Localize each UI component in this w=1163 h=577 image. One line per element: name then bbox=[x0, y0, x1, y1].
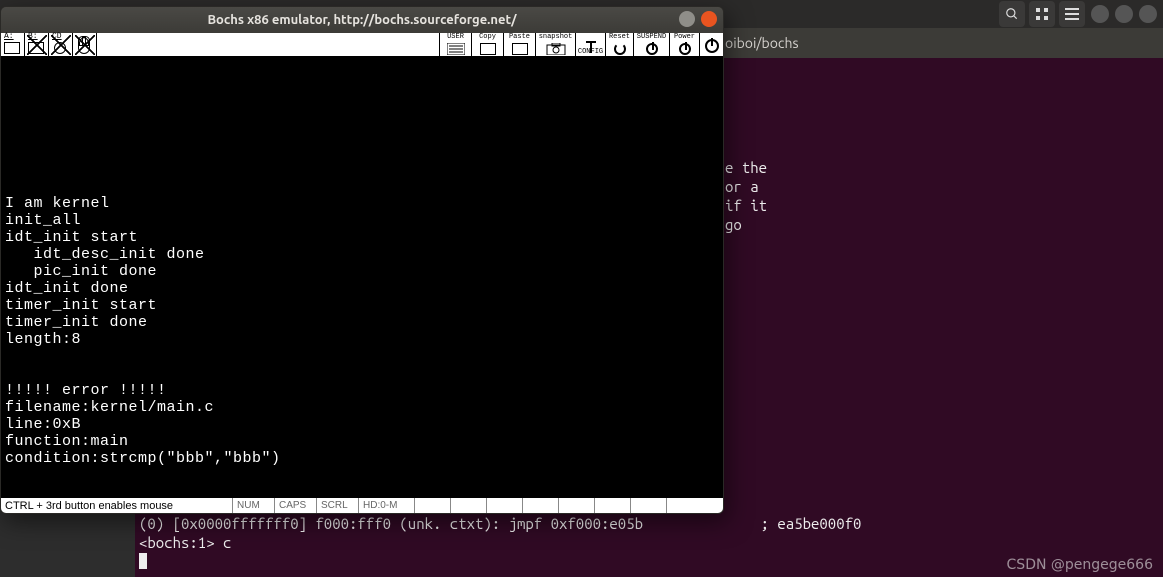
floppy-a-label: A: bbox=[4, 32, 14, 41]
suspend-icon bbox=[634, 41, 669, 56]
watermark: CSDN @pengege666 bbox=[1007, 557, 1153, 573]
menu-icon[interactable] bbox=[1059, 1, 1085, 27]
window-control-close-icon[interactable] bbox=[1139, 5, 1157, 23]
minimize-icon[interactable] bbox=[679, 11, 695, 27]
grid-icon[interactable] bbox=[1029, 1, 1055, 27]
status-blank bbox=[631, 498, 667, 513]
status-blank bbox=[667, 498, 723, 513]
terminal-cursor-icon bbox=[139, 553, 147, 569]
floppy-b-label: B: bbox=[28, 32, 38, 41]
status-hd: HD:0-M bbox=[359, 498, 415, 513]
config-button[interactable]: CONFIG bbox=[575, 33, 605, 56]
floppy-icon bbox=[28, 42, 44, 54]
snapshot-label: snapshot bbox=[536, 33, 575, 41]
status-caps: CAPS bbox=[275, 498, 317, 513]
copy-icon bbox=[472, 41, 503, 56]
copy-label: Copy bbox=[472, 33, 503, 41]
user-button[interactable]: USER bbox=[439, 33, 471, 56]
paste-button[interactable]: Paste bbox=[503, 33, 535, 56]
paste-label: Paste bbox=[504, 33, 535, 41]
host-terminal-title: oiboi/bochs bbox=[725, 35, 799, 51]
power-off-icon bbox=[700, 36, 723, 56]
power-button[interactable]: Power bbox=[669, 33, 699, 56]
reset-label: Reset bbox=[606, 33, 633, 41]
floppy-icon bbox=[4, 42, 20, 54]
cdrom-label: CD bbox=[52, 32, 62, 41]
bochs-titlebar[interactable]: Bochs x86 emulator, http://bochs.sourcef… bbox=[1, 7, 723, 33]
status-blank bbox=[523, 498, 559, 513]
status-blank bbox=[451, 498, 487, 513]
host-terminal-right-fragment: e the or a if it go bbox=[725, 158, 767, 234]
close-icon[interactable] bbox=[701, 11, 717, 27]
status-blank bbox=[559, 498, 595, 513]
snapshot-button[interactable]: snapshot bbox=[535, 33, 575, 56]
cd-icon bbox=[54, 42, 66, 54]
bochs-statusbar: CTRL + 3rd button enables mouse NUM CAPS… bbox=[1, 497, 723, 513]
reset-icon bbox=[606, 41, 633, 56]
status-blank bbox=[415, 498, 451, 513]
floppy-b-button[interactable]: B: bbox=[25, 33, 49, 56]
power-icon bbox=[670, 41, 699, 56]
status-blank bbox=[595, 498, 631, 513]
keyboard-icon bbox=[447, 43, 465, 55]
status-scrl: SCRL bbox=[317, 498, 359, 513]
status-blank bbox=[487, 498, 523, 513]
camera-icon bbox=[536, 41, 575, 56]
suspend-label: SUSPEND bbox=[634, 33, 669, 41]
bochs-window: Bochs x86 emulator, http://bochs.sourcef… bbox=[0, 6, 724, 514]
user-label: USER bbox=[440, 33, 471, 41]
bochs-toolbar: A: B: CD USER Copy bbox=[1, 33, 723, 57]
power-off-button[interactable] bbox=[699, 33, 723, 56]
paste-icon bbox=[504, 41, 535, 56]
config-label: CONFIG bbox=[576, 48, 605, 56]
status-num: NUM bbox=[233, 498, 275, 513]
status-hint: CTRL + 3rd button enables mouse bbox=[1, 498, 233, 513]
bochs-prompt: <bochs:1> c bbox=[139, 534, 231, 551]
cdrom-button[interactable]: CD bbox=[49, 33, 73, 56]
reset-button[interactable]: Reset bbox=[605, 33, 633, 56]
floppy-a-button[interactable]: A: bbox=[1, 33, 25, 56]
mouse-icon bbox=[78, 36, 90, 54]
copy-button[interactable]: Copy bbox=[471, 33, 503, 56]
cpu-line: (0) [0x0000fffffff0] f000:fff0 (unk. ctx… bbox=[139, 515, 861, 532]
mouse-toggle-button[interactable] bbox=[73, 33, 97, 56]
suspend-button[interactable]: SUSPEND bbox=[633, 33, 669, 56]
window-control-min-icon[interactable] bbox=[1091, 5, 1109, 23]
bochs-vga-screen[interactable]: I am kernel init_all idt_init start idt_… bbox=[1, 57, 723, 497]
power-label: Power bbox=[670, 33, 699, 41]
bochs-title: Bochs x86 emulator, http://bochs.sourcef… bbox=[207, 13, 516, 27]
window-control-max-icon[interactable] bbox=[1115, 5, 1133, 23]
search-icon[interactable] bbox=[999, 1, 1025, 27]
